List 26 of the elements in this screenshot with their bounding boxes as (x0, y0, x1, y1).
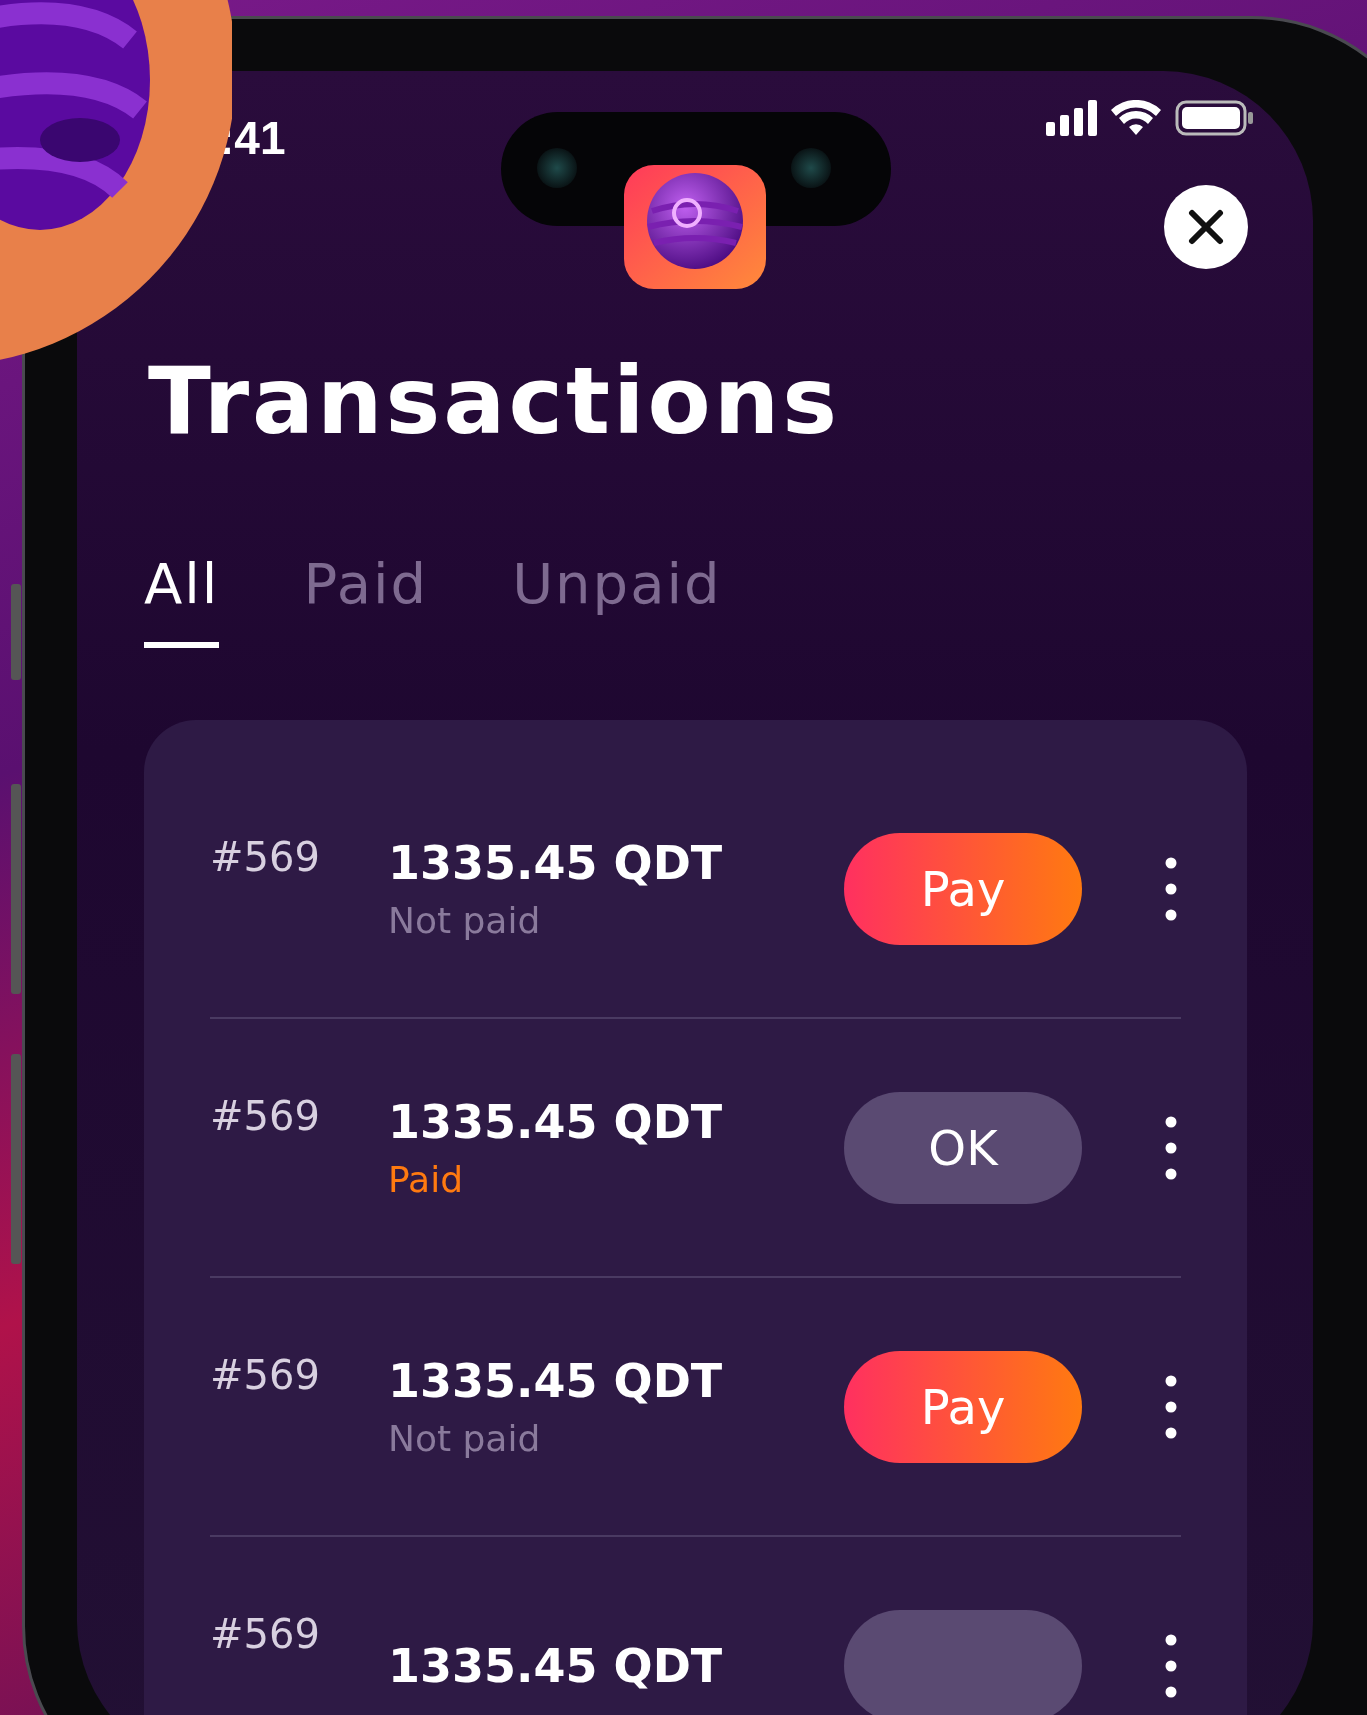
transaction-number: #569 (210, 1351, 321, 1398)
more-icon[interactable] (1165, 856, 1177, 921)
transaction-number: #569 (210, 833, 321, 880)
transaction-number: #569 (210, 1610, 321, 1657)
pay-button[interactable]: Pay (844, 832, 1082, 945)
page-title: Transactions (148, 356, 841, 448)
filter-tab[interactable]: Paid (303, 556, 429, 648)
more-icon[interactable] (1165, 1633, 1177, 1698)
filter-tab[interactable]: Unpaid (512, 556, 722, 648)
payment-status: Not paid (388, 900, 542, 941)
ok-button[interactable]: OK (844, 1091, 1082, 1204)
payment-status: Paid (388, 1159, 464, 1200)
filter-tab[interactable]: All (144, 556, 220, 648)
payment-status: Not paid (388, 1418, 542, 1459)
more-icon[interactable] (1165, 1374, 1177, 1439)
pay-button[interactable]: Pay (844, 1350, 1082, 1463)
battery-icon (1175, 100, 1253, 136)
transaction-amount: 1335.45 QDT (388, 1354, 724, 1408)
transaction-amount: 1335.45 QDT (388, 836, 724, 890)
more-icon[interactable] (1165, 1115, 1177, 1180)
close-icon (1188, 209, 1224, 245)
transaction-amount: 1335.45 QDT (388, 1638, 724, 1693)
wifi-icon (1111, 100, 1161, 136)
signal-icon (1046, 100, 1097, 136)
transaction-number: #569 (210, 1092, 321, 1139)
transaction-amount: 1335.45 QDT (388, 1095, 724, 1149)
